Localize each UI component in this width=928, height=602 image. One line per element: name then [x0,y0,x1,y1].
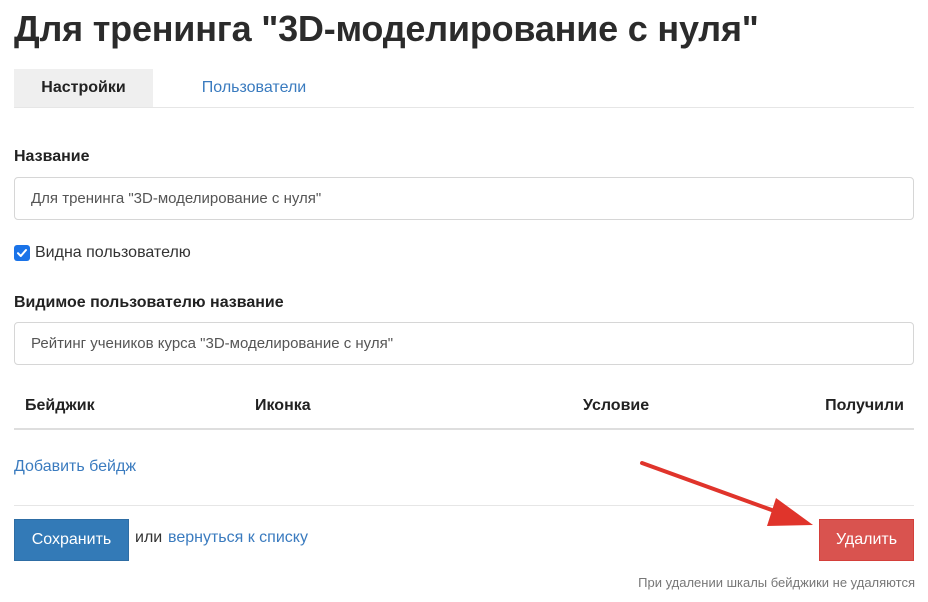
visible-checkbox-row[interactable]: Видна пользователю [14,243,191,263]
badges-table-header: Бейджик Иконка Условие Получили [14,386,914,430]
page-title: Для тренинга "3D-моделирование с нуля" [14,8,759,49]
column-header-received: Получили [825,397,904,414]
save-button[interactable]: Сохранить [14,519,129,561]
tab-settings[interactable]: Настройки [14,69,153,107]
or-text: или [135,529,163,546]
add-badge-link[interactable]: Добавить бейдж [14,458,136,476]
delete-hint: При удалении шкалы бейджики не удаляются [638,575,915,590]
name-field[interactable] [14,177,914,220]
delete-button[interactable]: Удалить [819,519,914,561]
visible-name-field[interactable] [14,322,914,365]
tab-users[interactable]: Пользователи [184,69,324,107]
red-arrow-icon [640,461,813,526]
column-header-badge: Бейджик [25,397,95,414]
back-to-list-link[interactable]: вернуться к списку [168,529,308,547]
checkmark-icon [17,249,27,257]
visible-name-label: Видимое пользователю название [14,294,284,311]
visible-checkbox[interactable] [14,245,30,261]
name-label: Название [14,148,90,165]
visible-checkbox-label: Видна пользователю [35,244,191,261]
column-header-icon: Иконка [255,397,311,414]
column-header-condition: Условие [583,397,650,414]
tabs: Настройки Пользователи [14,69,914,108]
